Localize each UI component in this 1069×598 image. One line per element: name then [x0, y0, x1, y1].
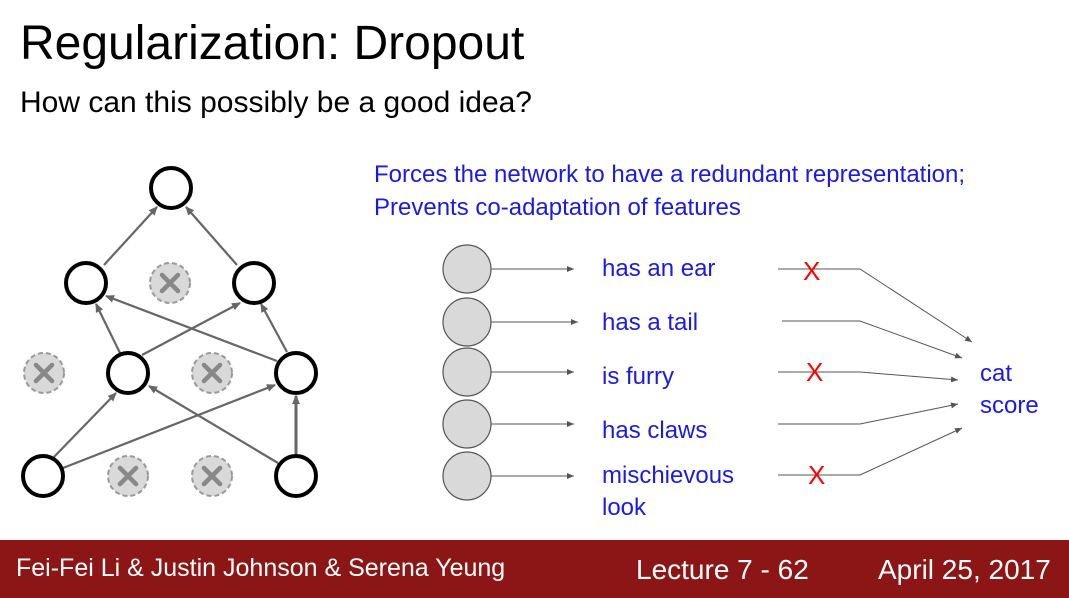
connection: [778, 402, 959, 425]
cat-score-label: cat score: [980, 358, 1039, 422]
drop-mark: X: [803, 256, 821, 286]
footer-date: April 25, 2017: [878, 554, 1051, 585]
output-neuron: [149, 166, 193, 210]
neuron: [274, 351, 318, 395]
feature-label-mischievous: mischievous: [602, 462, 735, 489]
dropped-neuron: [149, 262, 191, 304]
dropout-diagram: [21, 166, 973, 501]
connection: [782, 320, 963, 359]
dropped-neuron: [191, 455, 233, 497]
footer-authors: Fei-Fei Li & Justin Johnson & Serena Yeu…: [16, 554, 506, 582]
active-neurons: [21, 166, 318, 498]
drop-mark: X: [808, 460, 826, 490]
feature-node: [442, 297, 492, 347]
feature-node: [442, 399, 492, 449]
neuron: [232, 261, 276, 305]
edge: [105, 294, 278, 363]
feature-node: [442, 347, 492, 397]
feature-label-ear: has an ear: [602, 255, 716, 282]
dropped-neuron: [191, 352, 233, 394]
neuron: [106, 351, 150, 395]
input-neuron: [274, 454, 318, 498]
edge: [260, 303, 288, 353]
feature-nodes: [442, 244, 492, 501]
neuron: [64, 261, 108, 305]
edge: [185, 206, 238, 266]
footer-bar: Fei-Fei Li & Justin Johnson & Serena Yeu…: [0, 540, 1069, 598]
edge: [95, 303, 121, 354]
edge: [148, 385, 279, 464]
feature-label-furry: is furry: [602, 363, 674, 390]
cat-label: cat: [980, 360, 1013, 387]
feature-arrows: [491, 266, 578, 479]
feature-label-claws: has claws: [602, 417, 708, 444]
dropped-neuron: [107, 455, 149, 497]
score-label: score: [980, 392, 1039, 419]
feature-node: [442, 451, 492, 501]
feature-label-tail: has a tail: [602, 309, 699, 336]
network-edges: [51, 206, 300, 470]
drop-mark: X: [806, 357, 824, 387]
input-neuron: [21, 454, 65, 498]
connection: [778, 427, 963, 476]
dropped-neuron: [23, 352, 65, 394]
feature-label-look: look: [602, 494, 647, 521]
edge: [103, 206, 158, 266]
edge: [51, 392, 117, 460]
footer-lecture: Lecture 7 - 62: [636, 554, 809, 585]
feature-node: [442, 244, 492, 294]
connection: [778, 371, 959, 383]
